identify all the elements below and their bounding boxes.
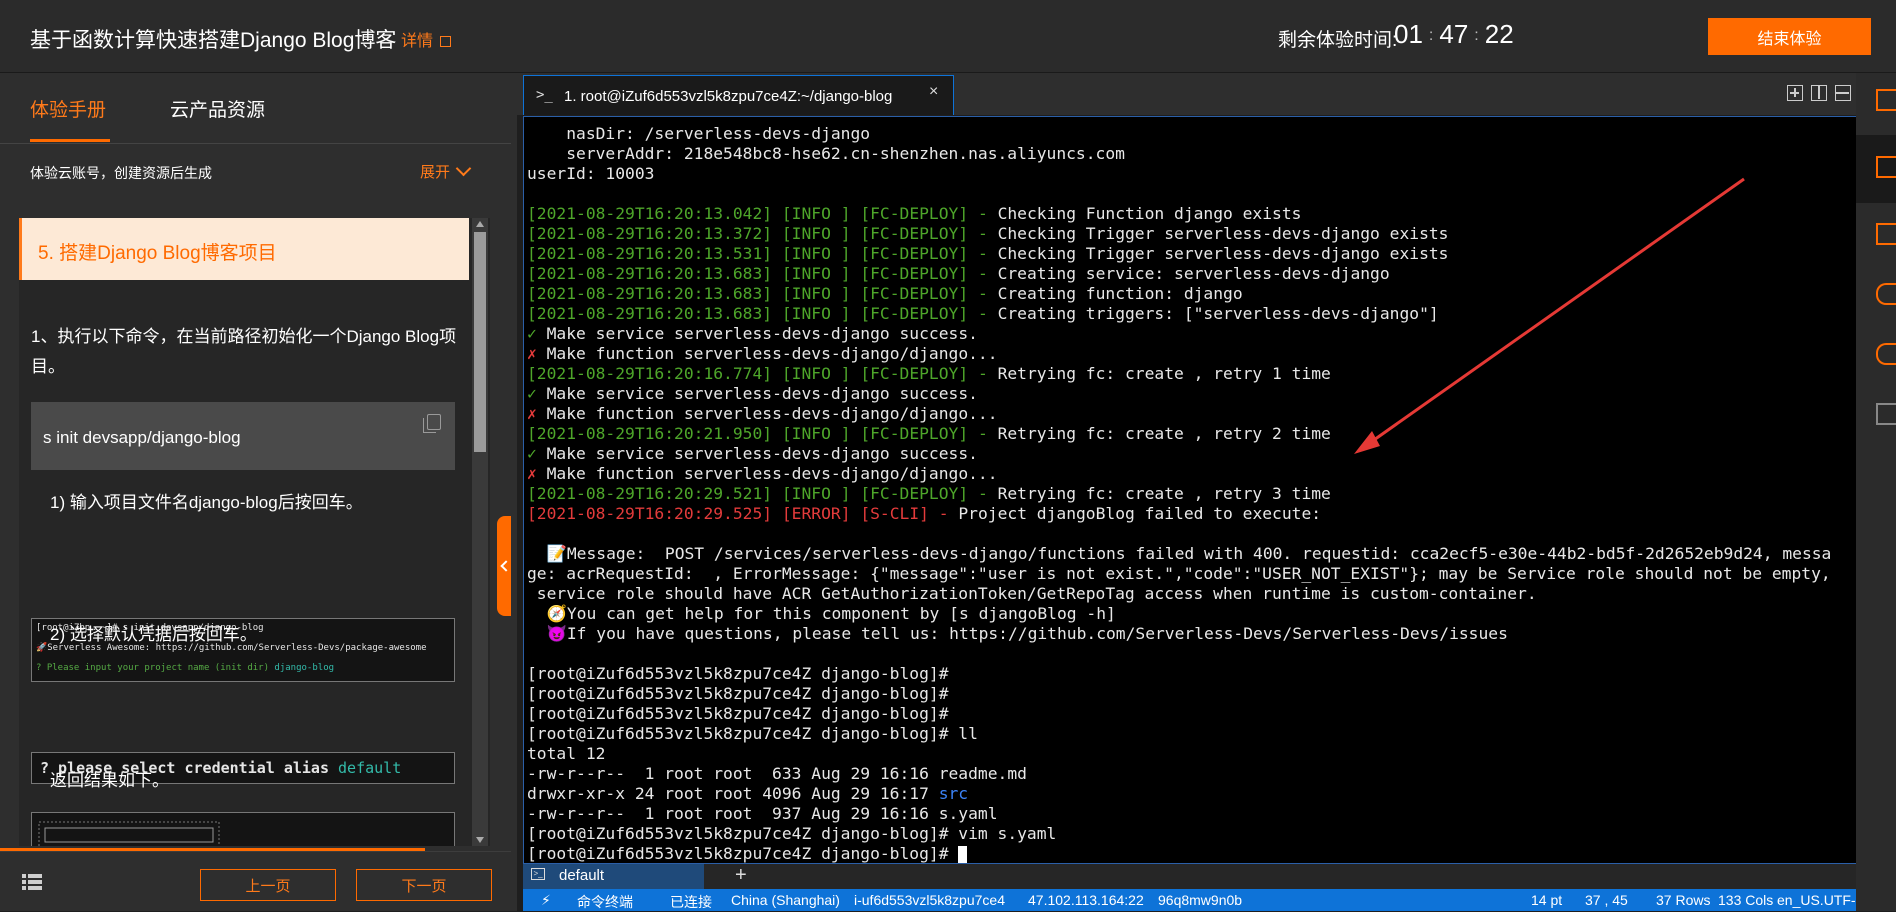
close-tab-icon[interactable]: × xyxy=(929,83,938,101)
status-rows: 37 Rows xyxy=(1656,892,1711,908)
timer-label: 剩余体验时间: xyxy=(1278,30,1398,51)
terminal-tool-icon[interactable] xyxy=(1876,156,1896,178)
scroll-down-icon[interactable] xyxy=(476,837,484,843)
fullscreen-icon[interactable] xyxy=(1876,89,1896,111)
right-toolbar xyxy=(1856,73,1896,911)
add-session-icon[interactable]: + xyxy=(735,864,747,887)
details-label[interactable]: 详情 xyxy=(401,33,433,50)
top-header: 基于函数计算快速搭建Django Blog博客 详情 剩余体验时间: 01:47… xyxy=(0,0,1896,73)
theme-moon-icon[interactable] xyxy=(1876,343,1896,365)
manual-content: 5. 搭建Django Blog博客项目 1、执行以下命令，在当前路径初始化一个… xyxy=(19,218,490,846)
end-experience-button[interactable]: 结束体验 xyxy=(1708,18,1871,55)
terminal-icon: >_ xyxy=(536,87,553,103)
qr-code-icon[interactable] xyxy=(1876,403,1896,425)
screenshot-result xyxy=(31,812,455,846)
command-text: s init devsapp/django-blog xyxy=(43,428,241,447)
prev-page-button[interactable]: 上一页 xyxy=(200,869,336,901)
status-cols: 133 Cols xyxy=(1718,892,1774,908)
terminal-area: >_ 1. root@iZuf6d553vzl5k8zpu7ce4Z:~/dja… xyxy=(511,73,1883,911)
split-vertical-icon[interactable] xyxy=(1811,85,1827,101)
next-page-button[interactable]: 下一页 xyxy=(356,869,492,901)
manual-panel: 体验手册 云产品资源 体验云账号，创建资源后生成 展开 5. 搭建Django … xyxy=(0,73,511,911)
scroll-up-icon[interactable] xyxy=(476,221,484,227)
manual-scrollbar[interactable] xyxy=(472,218,488,846)
status-address: 47.102.113.164:22 xyxy=(1028,892,1144,908)
django-ascii-logo xyxy=(38,821,220,846)
sub-step-3: 返回结果如下。 xyxy=(50,771,169,790)
help-icon[interactable] xyxy=(1876,283,1896,305)
active-tab-indicator xyxy=(30,139,110,142)
session-tab-label[interactable]: default xyxy=(559,867,604,884)
status-locale: en_US.UTF-8 xyxy=(1777,892,1864,908)
timer-seconds: 22 xyxy=(1484,19,1514,49)
account-info: 体验云账号，创建资源后生成 xyxy=(30,165,212,181)
step-header: 5. 搭建Django Blog博客项目 xyxy=(19,218,469,280)
timer-minutes: 47 xyxy=(1439,19,1469,49)
terminal-output[interactable]: nasDir: /serverless-devs-django serverAd… xyxy=(523,116,1858,864)
status-connection: 已连接 xyxy=(670,894,712,910)
add-window-icon[interactable] xyxy=(1787,85,1803,101)
chevron-down-icon xyxy=(455,160,472,177)
panel-tabs: 体验手册 云产品资源 xyxy=(0,73,511,144)
timer-hours: 01 xyxy=(1394,19,1423,49)
menu-list-icon[interactable] xyxy=(22,874,42,890)
terminal-tab-label[interactable]: 1. root@iZuf6d553vzl5k8zpu7ce4Z:~/django… xyxy=(564,88,892,105)
terminal-tab[interactable]: >_ 1. root@iZuf6d553vzl5k8zpu7ce4Z:~/dja… xyxy=(523,75,954,115)
step-instruction: 1、执行以下命令，在当前路径初始化一个Django Blog项目。 xyxy=(31,327,457,376)
expand-toggle[interactable]: 展开 xyxy=(420,160,472,182)
external-link-icon xyxy=(440,36,452,47)
session-tab[interactable]: >_ default xyxy=(523,864,704,889)
status-region: China (Shanghai) xyxy=(731,892,840,908)
copy-icon[interactable] xyxy=(423,414,441,433)
tab-manual[interactable]: 体验手册 xyxy=(30,95,106,122)
expand-label[interactable]: 展开 xyxy=(420,164,450,181)
tab-cloud-resources[interactable]: 云产品资源 xyxy=(170,95,265,122)
step-title: 5. 搭建Django Blog博客项目 xyxy=(38,243,277,264)
split-horizontal-icon[interactable] xyxy=(1835,85,1851,101)
terminal-tabbar: >_ 1. root@iZuf6d553vzl5k8zpu7ce4Z:~/dja… xyxy=(517,73,1862,115)
status-instance: i-uf6d553vzl5k8zpu7ce4 xyxy=(854,892,1005,908)
page-title: 基于函数计算快速搭建Django Blog博客 xyxy=(30,29,397,52)
collapse-panel-handle[interactable] xyxy=(497,516,511,616)
details-link[interactable]: 详情 xyxy=(401,27,452,51)
plug-icon: ⚡ xyxy=(541,892,551,908)
countdown-timer: 01:47:22 xyxy=(1394,19,1514,49)
annotation-arrow xyxy=(1354,177,1745,454)
shot1-line: ? Please input your project name (init d… xyxy=(36,662,450,674)
shot1-prompt: ? Please input your project name (init d… xyxy=(36,663,275,673)
status-cursor-pos: 37 , 45 xyxy=(1585,892,1628,908)
status-font-size: 14 pt xyxy=(1531,892,1563,908)
terminal-small-icon: >_ xyxy=(531,868,545,880)
sub-step-1: 1) 输入项目文件名django-blog后按回车。 xyxy=(50,493,363,512)
scroll-thumb[interactable] xyxy=(474,232,486,452)
shot2-value: default xyxy=(338,759,402,777)
status-session: 96q8mw9n0b xyxy=(1158,892,1243,908)
session-bar: >_ default + xyxy=(523,864,1862,889)
status-bar: ⚡ 命令终端 已连接 China (Shanghai) i-uf6d553vzl… xyxy=(523,889,1883,911)
command-box: s init devsapp/django-blog xyxy=(31,402,455,470)
manual-footer: 上一页 下一页 xyxy=(0,851,511,911)
shot1-value: django-blog xyxy=(274,663,335,673)
console-icon[interactable] xyxy=(1876,223,1896,245)
status-mode: 命令终端 xyxy=(577,894,633,910)
sub-step-2: 2) 选择默认凭据后按回车。 xyxy=(50,625,257,644)
